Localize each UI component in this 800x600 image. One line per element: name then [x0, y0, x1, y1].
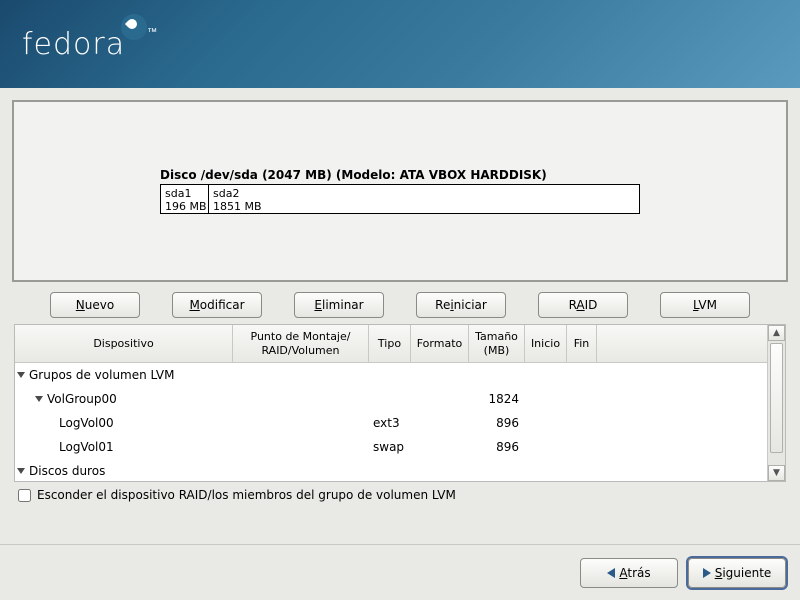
raid-button[interactable]: RAID — [538, 292, 628, 318]
col-end[interactable]: Fin — [567, 325, 597, 362]
col-format[interactable]: Formato — [411, 325, 469, 362]
back-button[interactable]: Atrás — [580, 558, 678, 588]
scroll-thumb[interactable] — [770, 343, 783, 453]
disk-partition-sda2[interactable]: sda2 1851 MB — [209, 185, 639, 213]
new-button-rest: uevo — [85, 298, 114, 312]
device-label: VolGroup00 — [47, 392, 117, 406]
lvm-button[interactable]: LVM — [660, 292, 750, 318]
fedora-swoosh-icon — [121, 14, 147, 40]
partition-table: Dispositivo Punto de Montaje/ RAID/Volum… — [14, 324, 786, 482]
expander-icon[interactable] — [35, 396, 43, 402]
reset-button[interactable]: Reiniciar — [416, 292, 506, 318]
arrow-right-icon — [703, 568, 711, 578]
next-button[interactable]: Siguiente — [688, 558, 786, 588]
fedora-logo: fedora™ — [22, 27, 158, 62]
col-type[interactable]: Tipo — [369, 325, 411, 362]
table-row[interactable]: Grupos de volumen LVM — [15, 363, 767, 387]
scroll-up-icon[interactable]: ▲ — [768, 325, 785, 341]
toolbar: Nuevo Modificar Eliminar Reiniciar RAID … — [50, 292, 750, 318]
new-button[interactable]: Nuevo — [50, 292, 140, 318]
delete-button[interactable]: Eliminar — [294, 292, 384, 318]
col-start[interactable]: Inicio — [525, 325, 567, 362]
arrow-left-icon — [607, 568, 615, 578]
table-row[interactable]: VolGroup001824 — [15, 387, 767, 411]
table-row[interactable]: Discos duros — [15, 459, 767, 481]
device-label: LogVol00 — [59, 416, 114, 430]
hide-raid-label: Esconder el dispositivo RAID/los miembro… — [37, 488, 456, 502]
col-spacer — [597, 325, 767, 362]
expander-icon[interactable] — [17, 468, 25, 474]
disk-bar: sda1 196 MB sda2 1851 MB — [160, 184, 640, 214]
header-banner: fedora™ — [0, 0, 800, 88]
hide-raid-row: Esconder el dispositivo RAID/los miembro… — [12, 482, 788, 512]
col-size[interactable]: Tamaño (MB) — [469, 325, 525, 362]
table-row[interactable]: LogVol00ext3896 — [15, 411, 767, 435]
table-header-row: Dispositivo Punto de Montaje/ RAID/Volum… — [15, 325, 767, 363]
footer: Atrás Siguiente — [0, 544, 800, 600]
scroll-down-icon[interactable]: ▼ — [768, 465, 785, 481]
vertical-scrollbar[interactable]: ▲ ▼ — [767, 325, 785, 481]
disk-diagram-panel: Disco /dev/sda (2047 MB) (Modelo: ATA VB… — [12, 100, 788, 282]
hide-raid-checkbox[interactable] — [18, 489, 31, 502]
col-device[interactable]: Dispositivo — [15, 325, 233, 362]
modify-button[interactable]: Modificar — [172, 292, 262, 318]
device-label: LogVol01 — [59, 440, 114, 454]
device-label: Discos duros — [29, 464, 105, 478]
col-mount[interactable]: Punto de Montaje/ RAID/Volumen — [233, 325, 369, 362]
expander-icon[interactable] — [17, 372, 25, 378]
disk-title: Disco /dev/sda (2047 MB) (Modelo: ATA VB… — [160, 168, 640, 182]
device-label: Grupos de volumen LVM — [29, 368, 174, 382]
disk-partition-sda1[interactable]: sda1 196 MB — [161, 185, 209, 213]
table-row[interactable]: LogVol01swap896 — [15, 435, 767, 459]
